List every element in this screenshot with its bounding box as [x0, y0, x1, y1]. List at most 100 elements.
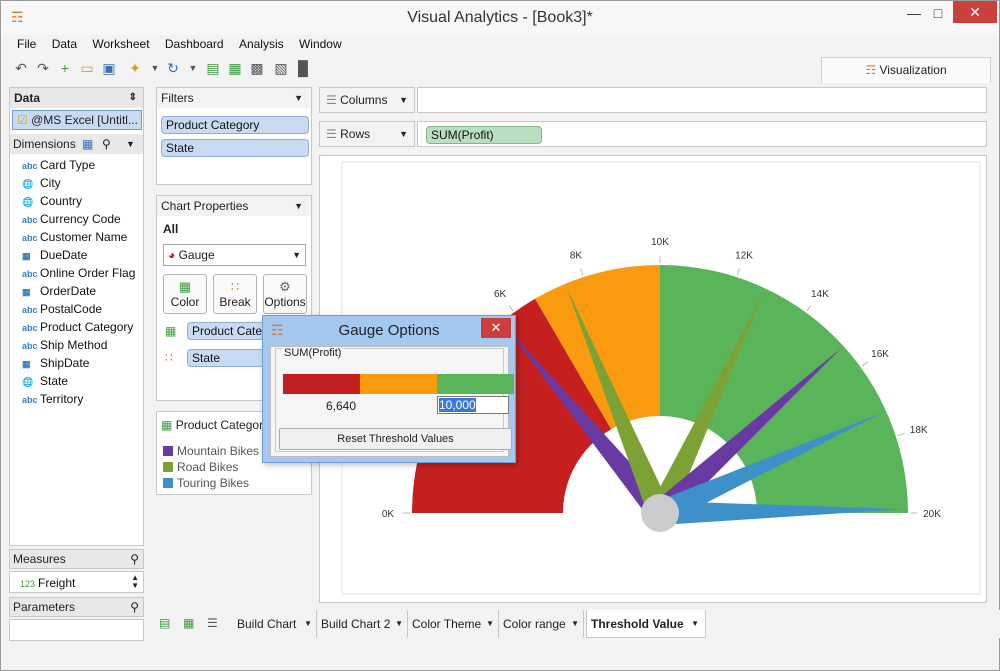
- color-icon: ▦: [178, 279, 192, 294]
- wand-icon[interactable]: ✦: [125, 58, 145, 78]
- parameters-list: [9, 619, 144, 641]
- legend-item[interactable]: Touring Bikes: [163, 476, 249, 490]
- chevron-down-icon[interactable]: ▼: [126, 134, 135, 154]
- chevron-down-icon: ▼: [691, 619, 699, 628]
- globe-icon: 🌐: [22, 377, 34, 387]
- sheet-list-icon[interactable]: ☰: [207, 616, 218, 630]
- sort-icon[interactable]: ⇕: [129, 88, 137, 108]
- threshold-value-1[interactable]: 6,640: [326, 399, 356, 413]
- list-item[interactable]: abc Ship Method: [22, 336, 107, 354]
- chevron-down-icon[interactable]: ▼: [399, 88, 408, 112]
- close-button[interactable]: ✕: [953, 1, 997, 23]
- menu-file[interactable]: File: [17, 37, 36, 51]
- rows-shelf[interactable]: SUM(Profit): [417, 121, 987, 147]
- title-bar: ☶ Visual Analytics - [Book3]* — □ ✕: [1, 1, 999, 35]
- menu-worksheet[interactable]: Worksheet: [92, 37, 149, 51]
- menu-data[interactable]: Data: [52, 37, 77, 51]
- options-button[interactable]: ⚙ Options: [263, 274, 307, 314]
- column-chart-icon[interactable]: █: [293, 58, 313, 78]
- chevron-down-icon: ▼: [571, 619, 579, 628]
- list-item[interactable]: abc Card Type: [22, 156, 95, 174]
- chevron-down-icon[interactable]: ▼: [294, 88, 303, 108]
- list-item[interactable]: 🌐 State: [22, 372, 68, 390]
- save-icon[interactable]: ▣: [99, 58, 119, 78]
- search-icon[interactable]: ⚲: [130, 550, 139, 568]
- threshold-group-label: SUM(Profit): [282, 347, 344, 359]
- redo-icon[interactable]: ↷: [33, 58, 53, 78]
- menu-dashboard[interactable]: Dashboard: [165, 37, 224, 51]
- menu-bar: File Data Worksheet Dashboard Analysis W…: [1, 37, 342, 55]
- chevron-down-icon[interactable]: ▼: [145, 58, 165, 78]
- open-folder-icon[interactable]: ▭: [77, 58, 97, 78]
- chevron-down-icon[interactable]: ▼: [183, 58, 203, 78]
- filter-chart-icon[interactable]: ▧: [271, 58, 291, 78]
- threshold-group: SUM(Profit) 6,640 10,000 Reset Threshold…: [275, 347, 514, 452]
- legend-swatch: [163, 462, 173, 472]
- window-title: Visual Analytics - [Book3]*: [407, 9, 593, 26]
- search-icon[interactable]: ⚲: [130, 598, 139, 616]
- legend-item[interactable]: Road Bikes: [163, 460, 238, 474]
- tab-color-range[interactable]: Color range ▼: [499, 610, 584, 638]
- break-button[interactable]: ∷ Break: [213, 274, 257, 314]
- menu-analysis[interactable]: Analysis: [239, 37, 284, 51]
- columns-icon: ☰: [326, 93, 337, 107]
- filter-pill[interactable]: Product Category: [161, 116, 309, 134]
- tab-color-theme[interactable]: Color Theme ▼: [408, 610, 499, 638]
- text-field-icon: abc: [22, 233, 38, 243]
- dialog-close-button[interactable]: ✕: [481, 318, 511, 338]
- gauge-tick-label: 20K: [923, 509, 941, 520]
- bar-chart-icon[interactable]: ▩: [247, 58, 267, 78]
- tab-build-chart[interactable]: Build Chart ▼: [233, 610, 317, 638]
- list-item[interactable]: 🌐 Country: [22, 192, 82, 210]
- data-source-item[interactable]: ☑ @MS Excel [Untitl...: [12, 110, 142, 130]
- undo-icon[interactable]: ↶: [11, 58, 31, 78]
- search-icon[interactable]: ⚲: [102, 134, 111, 154]
- legend-swatch: [163, 478, 173, 488]
- break-mark-icon: ∷: [165, 351, 173, 365]
- reset-threshold-button[interactable]: Reset Threshold Values: [279, 428, 512, 450]
- add-chart-icon[interactable]: ▤: [203, 58, 223, 78]
- tab-build-chart-2[interactable]: Build Chart 2 ▼: [317, 610, 408, 638]
- tab-visualization[interactable]: ☶ Visualization: [821, 57, 991, 83]
- list-item[interactable]: abc Territory: [22, 390, 83, 408]
- tab-threshold-value[interactable]: Threshold Value ▼: [586, 610, 706, 638]
- scroll-arrows-icon[interactable]: ▲ ▼: [131, 574, 139, 590]
- add-dashboard-icon[interactable]: ▦: [183, 616, 194, 630]
- text-field-icon: abc: [22, 305, 38, 315]
- rows-shelf-label: ☰ Rows ▼: [319, 121, 415, 147]
- dimensions-list: abc Card Type 🌐 City 🌐 Country abc Currency …: [10, 156, 143, 416]
- color-mark-icon: ▦: [161, 418, 173, 432]
- list-item[interactable]: abc PostalCode: [22, 300, 102, 318]
- threshold-bar-high[interactable]: [437, 374, 514, 394]
- menu-window[interactable]: Window: [299, 37, 342, 51]
- filter-pill[interactable]: State: [161, 139, 309, 157]
- threshold-bar-low[interactable]: [283, 374, 360, 394]
- list-item[interactable]: abc Product Category: [22, 318, 133, 336]
- list-item[interactable]: abc Customer Name: [22, 228, 127, 246]
- maximize-button[interactable]: □: [923, 1, 953, 27]
- list-item[interactable]: ▦ ShipDate: [22, 354, 89, 372]
- list-item[interactable]: 123 Freight: [20, 574, 75, 592]
- rows-pill[interactable]: SUM(Profit): [426, 126, 542, 144]
- list-item[interactable]: abc Currency Code: [22, 210, 121, 228]
- legend-title: ▦ Product Category: [161, 418, 270, 432]
- list-item[interactable]: abc Online Order Flag: [22, 264, 135, 282]
- threshold-value-2-input[interactable]: 10,000: [437, 396, 509, 414]
- list-item[interactable]: ▦ DueDate: [22, 246, 87, 264]
- table-view-icon[interactable]: ▦: [82, 134, 93, 154]
- color-button[interactable]: ▦ Color: [163, 274, 207, 314]
- new-icon[interactable]: +: [55, 58, 75, 78]
- columns-shelf[interactable]: [417, 87, 987, 113]
- add-chart-icon[interactable]: ▤: [159, 616, 170, 630]
- gear-icon: ⚙: [279, 279, 291, 294]
- legend-item[interactable]: Mountain Bikes: [163, 444, 259, 458]
- list-item[interactable]: ▦ OrderDate: [22, 282, 96, 300]
- threshold-bar-mid[interactable]: [360, 374, 437, 394]
- chart-type-select[interactable]: ◕ Gauge ▼: [163, 244, 306, 266]
- list-item[interactable]: 🌐 City: [22, 174, 61, 192]
- chevron-down-icon[interactable]: ▼: [294, 196, 303, 216]
- filters-header: Filters ▼: [157, 88, 311, 108]
- add-sheet-icon[interactable]: ▦: [225, 58, 245, 78]
- refresh-icon[interactable]: ↻: [163, 58, 183, 78]
- chevron-down-icon[interactable]: ▼: [399, 122, 408, 146]
